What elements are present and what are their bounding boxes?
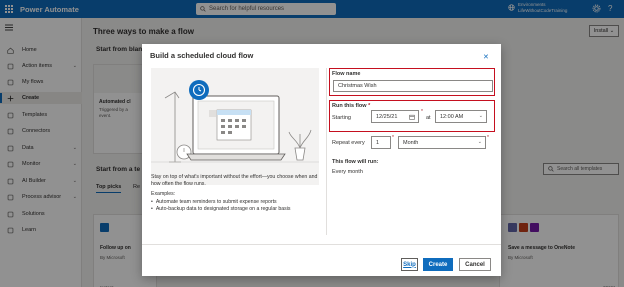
start-time-dropdown[interactable]: 12:00 AM ⌄ [435,110,487,123]
required-mark: * [487,135,489,141]
repeat-unit-value: Month [403,139,419,146]
description-text: Stay on top of what's important without … [151,174,318,188]
start-date-picker[interactable]: 12/25/21 [371,110,419,123]
repeat-unit-dropdown[interactable]: Month ⌄ [398,136,486,149]
examples-list: Automate team reminders to submit expens… [151,199,321,213]
calendar-icon [409,114,415,120]
starting-label: Starting [332,115,351,121]
schedule-illustration [151,68,319,185]
chevron-down-icon: ⌄ [477,139,482,145]
start-time-value: 12:00 AM [440,113,464,120]
required-mark: * [392,135,394,141]
dialog-title: Build a scheduled cloud flow [150,51,254,60]
scheduled-flow-dialog: Build a scheduled cloud flow ✕ Stay on t… [142,44,501,276]
close-icon[interactable]: ✕ [483,53,489,61]
flow-name-input[interactable]: Christmas Wish [333,80,493,92]
divider [326,68,327,235]
footer-divider [142,244,501,245]
will-run-label: This flow will run: [332,159,379,165]
cancel-button[interactable]: Cancel [459,258,491,271]
at-label: at [426,115,431,121]
flow-name-value: Christmas Wish [338,83,377,89]
example-item: Auto-backup data to designated storage o… [151,206,321,213]
examples-label: Examples: [151,191,176,198]
required-mark: * [421,109,423,115]
skip-button[interactable]: Skip [401,258,418,271]
start-date-value: 12/25/21 [376,113,398,120]
repeat-every-label: Repeat every [332,140,365,146]
chevron-down-icon: ⌄ [478,113,483,119]
repeat-interval-value: 1 [376,139,380,146]
repeat-interval-input[interactable]: 1 [371,136,391,149]
flow-name-label: Flow name [332,71,361,77]
create-button[interactable]: Create [423,258,453,271]
example-item: Automate team reminders to submit expens… [151,199,321,206]
will-run-value: Every month [332,169,363,175]
dialog-description: Stay on top of what's important without … [151,174,321,213]
run-this-flow-label: Run this flow * [332,103,371,109]
